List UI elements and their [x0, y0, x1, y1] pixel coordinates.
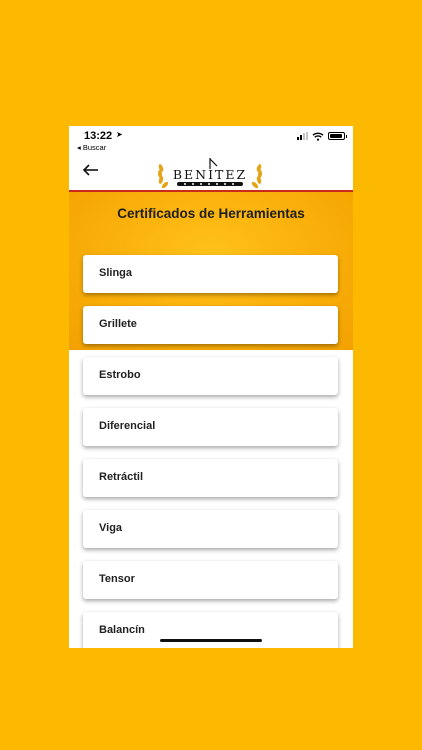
back-button[interactable]	[79, 160, 103, 180]
list-item-label: Estrobo	[99, 369, 141, 381]
list-item-tensor[interactable]: Tensor	[83, 561, 338, 599]
list-item-label: Retráctil	[99, 471, 144, 483]
logo-text: BENITEZ	[172, 167, 248, 182]
wifi-icon	[312, 132, 324, 141]
status-time: 13:22	[84, 130, 113, 142]
location-icon: ➤	[116, 130, 123, 139]
status-bar: 13:22 ➤ ◂ Buscar	[69, 126, 353, 154]
list-item-label: Balancín	[99, 624, 145, 636]
page-title: Certificados de Herramientas	[117, 206, 305, 221]
list-item-retractil[interactable]: Retráctil	[83, 459, 338, 497]
brand-logo: BENITEZ	[155, 156, 265, 190]
list-item-label: Grillete	[99, 318, 137, 330]
back-to-app-label: ◂ Buscar	[77, 143, 107, 152]
list-item-slinga[interactable]: Slinga	[83, 255, 338, 293]
list-item-label: Tensor	[99, 573, 135, 585]
home-indicator[interactable]	[160, 639, 262, 642]
system-icons	[297, 131, 347, 141]
phone-screen: 13:22 ➤ ◂ Buscar BENITEZ Certificados de…	[69, 126, 353, 648]
arrow-left-icon	[82, 164, 98, 176]
navigation-bar: BENITEZ	[69, 154, 353, 190]
list-item-diferencial[interactable]: Diferencial	[83, 408, 338, 446]
back-to-app-link[interactable]: ◂ Buscar	[77, 143, 106, 152]
battery-icon	[328, 132, 347, 140]
signal-icon	[297, 132, 308, 140]
list-item-label: Viga	[99, 522, 123, 534]
list-item-label: Slinga	[99, 267, 133, 279]
list-item-label: Diferencial	[99, 420, 156, 432]
list-item-balancin[interactable]: Balancín	[83, 612, 338, 648]
list-item-viga[interactable]: Viga	[83, 510, 338, 548]
list-item-estrobo[interactable]: Estrobo	[83, 357, 338, 395]
list-item-grillete[interactable]: Grillete	[83, 306, 338, 344]
